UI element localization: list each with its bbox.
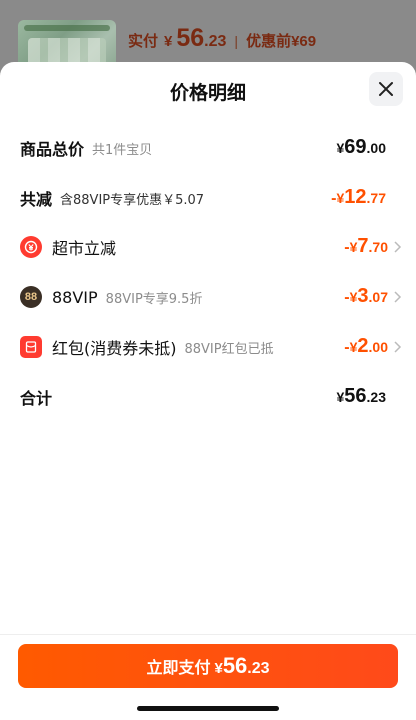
pay-now-dec: .23 xyxy=(247,660,270,677)
paid-label: 实付 xyxy=(128,33,159,50)
paid-amount-int: 56 xyxy=(176,24,205,52)
total-yen: ¥ xyxy=(336,389,345,405)
red-packet-label: 红包(消费券未抵) xyxy=(52,339,177,358)
vip-dec: .07 xyxy=(368,289,388,305)
88vip-badge-text: 88 xyxy=(24,291,38,303)
total-discount-note: 含88VIP专享优惠￥5.07 xyxy=(60,192,205,208)
chevron-right-icon xyxy=(394,241,402,253)
supermarket-int: 7 xyxy=(357,235,369,257)
88vip-label: 88VIP xyxy=(52,287,98,307)
supermarket-discount-icon xyxy=(20,236,42,258)
sheet-title: 价格明细 xyxy=(169,82,246,104)
supermarket-discount-row[interactable]: 超市立减 - ¥ 7 .70 xyxy=(0,229,416,265)
goods-total-dec: .00 xyxy=(366,140,386,156)
supermarket-dec: .70 xyxy=(368,239,388,255)
price-separator: | xyxy=(234,33,239,49)
88vip-discount-row[interactable]: 88 88VIP 88VIP专享9.5折 - ¥ 3 .07 xyxy=(0,279,416,315)
vip-yen: ¥ xyxy=(349,289,358,305)
goods-total-row: 商品总价 共1件宝贝 ¥ 69 .00 xyxy=(0,130,416,166)
paid-amount-dec: .23 xyxy=(204,33,227,50)
red-packet-dec: .00 xyxy=(368,339,388,355)
total-discount-label: 共减 xyxy=(20,190,53,209)
price-detail-screen: 实付 ¥ 56 .23 | 优惠前¥69 价格明细 商品总价 共1件宝贝 ¥ 6… xyxy=(0,0,416,720)
red-packet-row[interactable]: 红包(消费券未抵) 88VIP红包已抵 - ¥ 2 .00 xyxy=(0,329,416,365)
close-button[interactable] xyxy=(369,72,403,106)
home-indicator[interactable] xyxy=(137,706,279,711)
close-icon xyxy=(379,82,393,96)
pay-now-int: 56 xyxy=(222,653,248,678)
supermarket-yen: ¥ xyxy=(349,239,358,255)
vip-int: 3 xyxy=(357,285,369,307)
goods-total-count: 共1件宝贝 xyxy=(92,142,153,158)
red-packet-note: 88VIP红包已抵 xyxy=(184,341,274,357)
bottom-divider xyxy=(0,634,416,635)
red-packet-icon xyxy=(20,336,42,358)
background-price-summary: 实付 ¥ 56 .23 | 优惠前¥69 xyxy=(128,24,316,54)
total-discount-amount: - ¥ 12 .77 xyxy=(331,180,386,216)
chevron-right-icon xyxy=(394,341,402,353)
grand-total-amount: ¥ 56 .23 xyxy=(336,379,386,415)
goods-total-yen: ¥ xyxy=(336,140,345,156)
total-discount-row: 共减 含88VIP专享优惠￥5.07 - ¥ 12 .77 xyxy=(0,180,416,216)
total-int: 56 xyxy=(344,385,367,407)
supermarket-discount-amount: - ¥ 7 .70 xyxy=(344,229,388,265)
pre-discount-price: 优惠前¥69 xyxy=(246,33,317,50)
88vip-discount-amount: - ¥ 3 .07 xyxy=(344,279,388,315)
grand-total-label: 合计 xyxy=(20,389,53,408)
total-discount-yen: ¥ xyxy=(336,190,345,206)
pay-now-button[interactable]: 立即支付 ¥ 56 .23 xyxy=(18,644,398,688)
grand-total-row: 合计 ¥ 56 .23 xyxy=(0,379,416,415)
pay-now-label: 立即支付 xyxy=(146,658,211,677)
goods-total-label: 商品总价 xyxy=(20,140,85,159)
total-discount-int: 12 xyxy=(344,186,367,208)
red-packet-int: 2 xyxy=(357,335,369,357)
goods-total-amount: ¥ 69 .00 xyxy=(336,130,386,166)
goods-total-int: 69 xyxy=(344,136,367,158)
88vip-note: 88VIP专享9.5折 xyxy=(105,291,203,307)
chevron-right-icon xyxy=(394,291,402,303)
price-detail-sheet: 价格明细 商品总价 共1件宝贝 ¥ 69 .00 共减 含88VIP专享优惠￥5… xyxy=(0,62,416,720)
paid-yen: ¥ xyxy=(164,33,173,50)
pay-now-yen: ¥ xyxy=(214,660,223,677)
supermarket-discount-label: 超市立减 xyxy=(52,239,117,258)
red-packet-amount: - ¥ 2 .00 xyxy=(344,329,388,365)
total-dec: .23 xyxy=(366,389,386,405)
red-packet-yen: ¥ xyxy=(349,339,358,355)
total-discount-dec: .77 xyxy=(366,190,386,206)
88vip-badge-icon: 88 xyxy=(20,286,42,308)
